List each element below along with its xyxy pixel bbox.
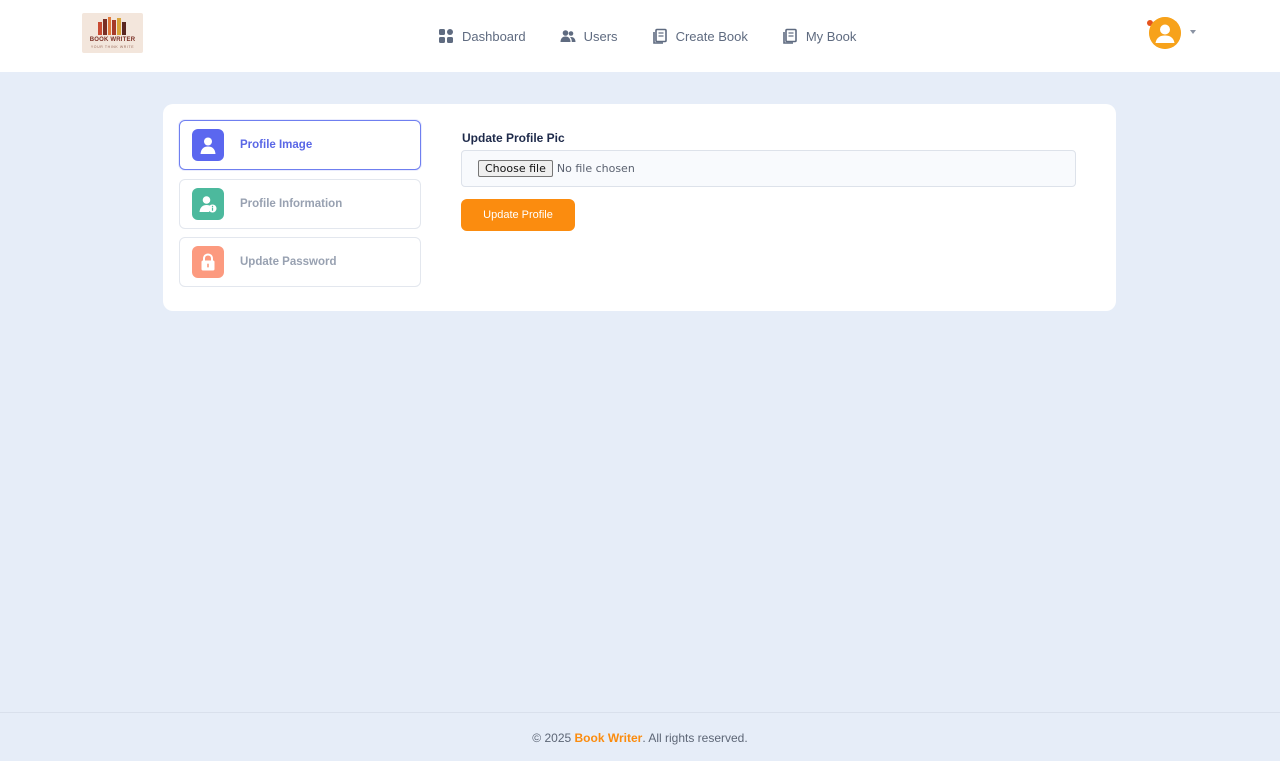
logo-tagline: YOUR THINK WRITE [90, 45, 135, 49]
nav-item-create-book[interactable]: Create Book [652, 28, 748, 44]
main-nav: Dashboard Users Create Book My Book [438, 24, 890, 48]
profile-settings-card: Profile Image Profile Information Update… [163, 104, 1116, 311]
book-icon [782, 28, 798, 44]
sidebar-item-update-password[interactable]: Update Password [179, 237, 421, 287]
user-info-icon [192, 188, 224, 220]
sidebar-item-label: Profile Information [240, 198, 343, 210]
nav-label-dashboard: Dashboard [462, 28, 526, 44]
update-profile-button[interactable]: Update Profile [461, 199, 575, 231]
chevron-down-icon[interactable] [1190, 30, 1196, 34]
user-avatar-icon[interactable] [1149, 17, 1181, 49]
sidebar-item-profile-image[interactable]: Profile Image [179, 120, 421, 170]
nav-label-create-book: Create Book [675, 28, 748, 44]
dashboard-grid-icon [438, 28, 454, 44]
nav-item-my-book[interactable]: My Book [782, 28, 857, 44]
users-icon [560, 28, 576, 44]
nav-item-users[interactable]: Users [560, 28, 618, 44]
user-icon [192, 129, 224, 161]
file-input[interactable]: Choose file No file chosen [461, 150, 1076, 187]
nav-label-my-book: My Book [805, 28, 857, 44]
sidebar-item-label: Update Password [240, 256, 337, 268]
sidebar-item-profile-information[interactable]: Profile Information [179, 179, 421, 229]
lock-icon [192, 246, 224, 278]
brand-logo[interactable]: BOOK WRITER YOUR THINK WRITE [82, 13, 143, 53]
book-icon [652, 28, 668, 44]
file-status-text: No file chosen [556, 162, 635, 175]
nav-label-users: Users [583, 28, 618, 44]
logo-title: BOOK WRITER [89, 37, 136, 43]
top-navbar: BOOK WRITER YOUR THINK WRITE Dashboard U… [0, 0, 1280, 72]
form-label: Update Profile Pic [462, 131, 565, 145]
footer-brand-link[interactable]: Book Writer [575, 731, 643, 745]
footer-copyright: © 2025 [532, 731, 575, 745]
nav-item-dashboard[interactable]: Dashboard [438, 28, 526, 44]
footer: © 2025 Book Writer. All rights reserved. [0, 712, 1280, 761]
choose-file-button[interactable]: Choose file [478, 160, 553, 177]
sidebar-item-label: Profile Image [240, 139, 313, 151]
footer-rights: . All rights reserved. [642, 731, 748, 745]
